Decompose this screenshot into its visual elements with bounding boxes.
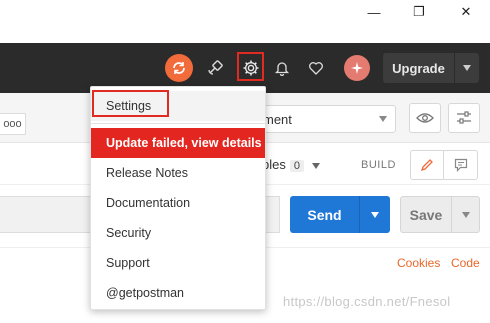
upgrade-button[interactable]: Upgrade bbox=[383, 53, 479, 83]
sync-icon bbox=[173, 62, 185, 74]
chevron-down-icon bbox=[311, 162, 320, 169]
chevron-down-icon bbox=[371, 211, 379, 218]
eye-icon bbox=[416, 113, 434, 123]
upgrade-label: Upgrade bbox=[392, 60, 445, 76]
send-button[interactable]: Send bbox=[290, 196, 390, 233]
examples-dropdown[interactable]: ples 0 bbox=[262, 157, 320, 172]
restore-icon: ❐ bbox=[413, 4, 425, 19]
more-icon: ooo bbox=[3, 118, 22, 130]
menu-item-label: @getpostman bbox=[106, 286, 185, 300]
comment-icon bbox=[454, 158, 467, 172]
menu-item-release-notes[interactable]: Release Notes bbox=[91, 158, 265, 188]
send-dropdown[interactable] bbox=[359, 196, 390, 233]
examples-count: 0 bbox=[289, 160, 304, 172]
menu-item-security[interactable]: Security bbox=[91, 218, 265, 248]
edit-mode-button[interactable] bbox=[411, 151, 445, 179]
close-icon: ✕ bbox=[460, 4, 472, 19]
menu-divider bbox=[91, 123, 265, 124]
menu-item-label: Update failed, view details bbox=[106, 136, 262, 150]
minimize-button[interactable]: — bbox=[354, 0, 394, 24]
pencil-icon bbox=[420, 159, 433, 172]
sliders-icon bbox=[457, 111, 471, 124]
comments-button[interactable] bbox=[444, 151, 477, 179]
chevron-down-icon bbox=[461, 211, 470, 218]
menu-item-label: Documentation bbox=[106, 196, 191, 210]
menu-item-label: Release Notes bbox=[106, 166, 188, 180]
bell-icon bbox=[274, 62, 290, 76]
gear-highlight-box bbox=[237, 52, 264, 81]
upgrade-dropdown[interactable] bbox=[454, 53, 479, 83]
interceptor-button[interactable] bbox=[201, 54, 229, 82]
close-button[interactable]: ✕ bbox=[446, 0, 486, 24]
manage-environments-button[interactable] bbox=[448, 103, 480, 133]
satellite-icon bbox=[208, 60, 223, 75]
avatar[interactable] bbox=[344, 55, 370, 81]
sync-button[interactable] bbox=[165, 54, 193, 82]
chevron-down-icon bbox=[379, 116, 387, 122]
save-label: Save bbox=[409, 206, 443, 223]
environment-value: ment bbox=[263, 111, 292, 127]
save-dropdown[interactable] bbox=[451, 197, 479, 232]
menu-item-label: Support bbox=[106, 256, 150, 270]
build-mode-label[interactable]: BUILD bbox=[361, 159, 396, 171]
menu-item-label: Security bbox=[106, 226, 152, 240]
save-button[interactable]: Save bbox=[400, 196, 480, 233]
menu-item-getpostman[interactable]: @getpostman bbox=[91, 278, 265, 308]
view-mode-group bbox=[410, 150, 478, 180]
settings-highlight-box bbox=[92, 90, 169, 117]
watermark-text: https://blog.csdn.net/Fnesol bbox=[283, 294, 451, 309]
menu-item-support[interactable]: Support bbox=[91, 248, 265, 278]
avatar-icon bbox=[351, 62, 363, 74]
heart-icon bbox=[309, 62, 323, 75]
tab-more-button[interactable]: ooo bbox=[0, 113, 26, 135]
code-link[interactable]: Code bbox=[451, 256, 480, 270]
favorites-button[interactable] bbox=[302, 54, 330, 82]
environment-quick-look-button[interactable] bbox=[409, 103, 441, 133]
cookies-link[interactable]: Cookies bbox=[397, 256, 440, 270]
notifications-button[interactable] bbox=[268, 54, 296, 82]
menu-item-documentation[interactable]: Documentation bbox=[91, 188, 265, 218]
restore-button[interactable]: ❐ bbox=[399, 0, 439, 24]
send-label: Send bbox=[307, 206, 342, 223]
menu-item-update-failed[interactable]: Update failed, view details bbox=[91, 128, 265, 158]
settings-menu: Settings Update failed, view details Rel… bbox=[90, 86, 266, 310]
window-titlebar: — ❐ ✕ bbox=[0, 0, 490, 43]
chevron-down-icon bbox=[463, 65, 471, 71]
minimize-icon: — bbox=[367, 4, 381, 20]
